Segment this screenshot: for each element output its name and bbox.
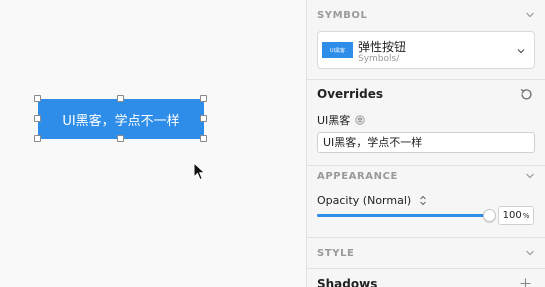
mouse-pointer-icon — [193, 162, 206, 181]
divider — [307, 268, 545, 269]
override-layer-name: UI黑客 — [317, 114, 351, 127]
opacity-unit: % — [522, 211, 530, 220]
symbol-thumbnail: UI黑客 — [322, 42, 353, 58]
chevron-down-icon[interactable] — [525, 248, 535, 258]
chevron-down-icon[interactable] — [525, 10, 535, 20]
add-shadow-icon[interactable] — [520, 278, 531, 287]
opacity-value: 100 — [502, 210, 522, 221]
resize-handle-bottom[interactable] — [117, 135, 124, 142]
opacity-value-field[interactable]: 100% — [498, 206, 534, 225]
resize-handle-top-right[interactable] — [200, 95, 207, 102]
opacity-blend-selector[interactable]: Opacity (Normal) — [317, 194, 427, 207]
reset-overrides-icon[interactable] — [519, 87, 534, 102]
resize-handle-bottom-left[interactable] — [34, 135, 41, 142]
appearance-section-title: APPEARANCE — [317, 170, 398, 182]
resize-handle-left[interactable] — [34, 115, 41, 122]
canvas[interactable]: UI黑客，学点不一样 — [0, 0, 306, 287]
chevron-down-icon — [517, 49, 525, 54]
resize-handle-top-left[interactable] — [34, 95, 41, 102]
opacity-label: Opacity (Normal) — [317, 194, 412, 207]
opacity-slider-thumb[interactable] — [483, 209, 496, 222]
symbol-instance-button[interactable]: UI黑客，学点不一样 — [38, 99, 204, 139]
opacity-slider-fill — [317, 214, 489, 217]
override-text-field[interactable]: UI黑客，学点不一样 — [317, 132, 535, 153]
resize-handle-top[interactable] — [117, 95, 124, 102]
up-down-chevron-icon — [420, 195, 427, 206]
override-layer-label: UI黑客 — [317, 112, 365, 128]
symbol-section-title: SYMBOL — [317, 9, 368, 21]
divider — [307, 79, 545, 80]
shadows-title: Shadows — [317, 277, 378, 287]
symbol-layer-icon — [355, 115, 365, 125]
divider — [307, 165, 545, 166]
resize-handle-bottom-right[interactable] — [200, 135, 207, 142]
style-section-title: STYLE — [317, 247, 355, 259]
inspector-panel: SYMBOL UI黑客 弹性按钮 Symbols/ Overrides UI黑客… — [306, 0, 545, 287]
divider — [307, 237, 545, 238]
resize-handle-right[interactable] — [200, 115, 207, 122]
symbol-path: Symbols/ — [358, 54, 400, 64]
chevron-down-icon[interactable] — [525, 171, 535, 181]
style-section-header[interactable]: STYLE — [317, 244, 535, 262]
symbol-name: 弹性按钮 — [358, 40, 407, 54]
opacity-slider[interactable] — [317, 209, 496, 222]
symbol-section-header[interactable]: SYMBOL — [317, 6, 535, 24]
symbol-picker[interactable]: UI黑客 弹性按钮 Symbols/ — [317, 31, 535, 69]
overrides-title: Overrides — [317, 87, 383, 101]
appearance-section-header[interactable]: APPEARANCE — [317, 167, 535, 185]
